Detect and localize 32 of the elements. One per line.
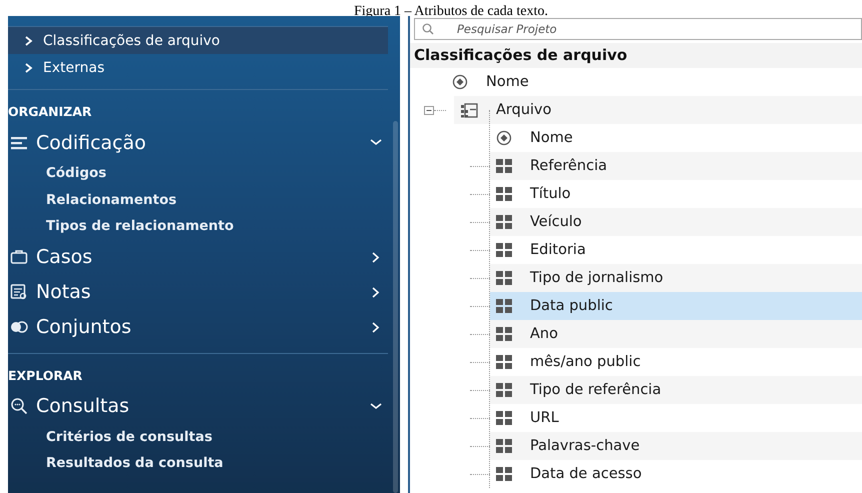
tree-item[interactable]: Veículo	[490, 208, 862, 236]
tree-item[interactable]: Data de acesso	[490, 460, 862, 488]
tree-item[interactable]: Título	[490, 180, 862, 208]
tree-item[interactable]: Tipo de referência	[490, 376, 862, 404]
tree-item[interactable]: Nome	[490, 124, 862, 152]
tree-item[interactable]: mês/ano public	[490, 348, 862, 376]
tree-item[interactable]: Referência	[490, 152, 862, 180]
tree-item[interactable]: Palavras-chave	[490, 432, 862, 460]
nav-group[interactable]: Codificação	[8, 125, 382, 160]
sidebar-link[interactable]: Resultados da consulta	[8, 450, 224, 476]
nav-group[interactable]: Consultas	[8, 388, 382, 424]
sidebar-link[interactable]: Relacionamentos	[8, 186, 177, 213]
panel-title: Classificações de arquivo	[410, 43, 862, 68]
tree-item[interactable]: Arquivo	[454, 96, 862, 124]
tree-item[interactable]: Editoria	[490, 236, 862, 264]
section-heading: EXPLORAR	[8, 352, 388, 388]
sidebar-link[interactable]: Códigos	[8, 160, 106, 186]
nav-group[interactable]: Conjuntos	[8, 310, 382, 344]
figure-caption: Figura 1 – Atributos de cada texto.	[354, 4, 548, 19]
tree-item[interactable]: URL	[490, 404, 862, 432]
tree-item[interactable]: Nome	[446, 68, 862, 96]
nav-group[interactable]: Notas	[8, 274, 382, 310]
search-field[interactable]: Pesquisar Projeto	[414, 18, 862, 40]
sidebar-item[interactable]: Externas	[8, 54, 388, 81]
sidebar-link[interactable]: Critérios de consultas	[8, 424, 212, 450]
tree-item[interactable]: Tipo de jornalismo	[490, 264, 862, 292]
nav-group[interactable]: Casos	[8, 240, 382, 274]
tree-item[interactable]: Data public	[490, 292, 862, 320]
sidebar-item[interactable]: Classificações de arquivo	[8, 27, 388, 54]
section-heading: ORGANIZAR	[8, 89, 388, 125]
tree-item[interactable]: Ano	[490, 320, 862, 348]
sidebar-link[interactable]: Tipos de relacionamento	[8, 213, 234, 240]
